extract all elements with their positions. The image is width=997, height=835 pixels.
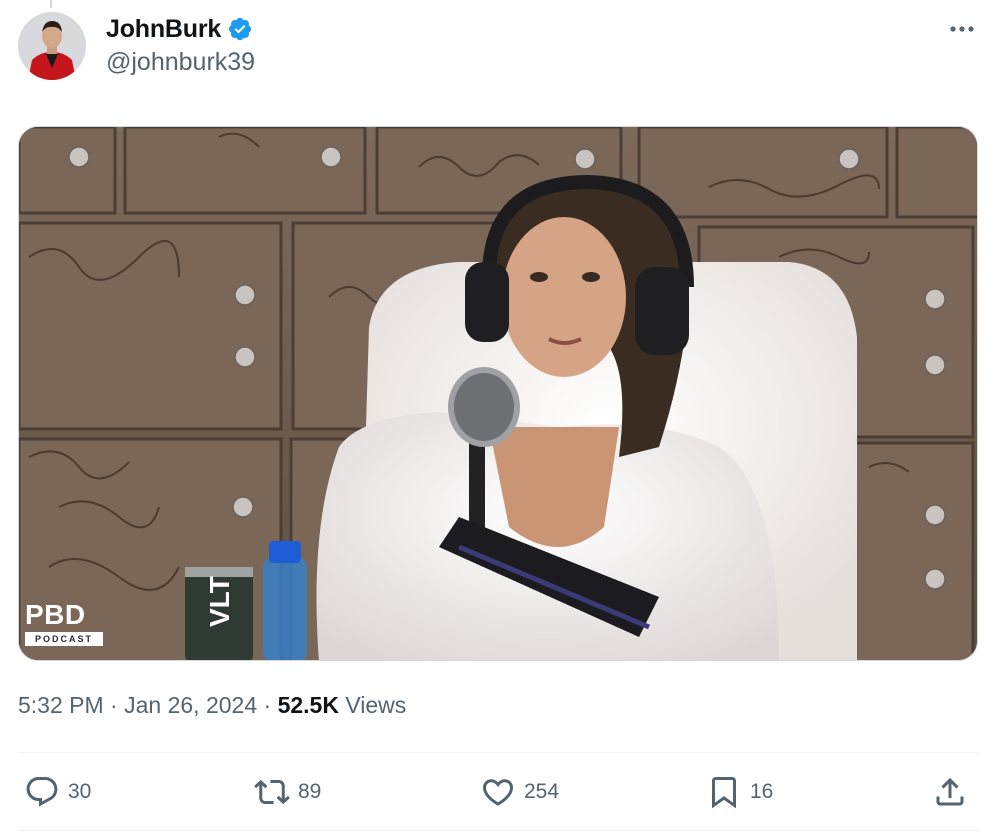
views-label[interactable]: Views [345,692,406,718]
meta-separator: · [110,692,118,718]
meta-separator: · [263,692,272,718]
avatar-image [18,12,86,80]
repost-icon [254,779,290,805]
bookmark-count: 16 [750,780,774,803]
reply-button[interactable]: 30 [24,770,91,814]
divider-bottom [18,830,978,831]
share-button[interactable] [932,770,968,814]
views-count[interactable]: 52.5K [278,692,339,718]
tweet-time[interactable]: 5:32 PM [18,692,104,718]
author-display-name[interactable]: JohnBurk [106,15,221,44]
share-icon [936,777,964,806]
tweet-date[interactable]: Jan 26, 2024 [124,692,257,718]
bookmark-button[interactable]: 16 [706,770,773,814]
like-button[interactable]: 254 [480,770,559,814]
watermark-top-text: PBD [25,599,86,630]
repost-count: 89 [298,780,322,803]
video-frame-image: VLT [19,127,977,660]
reply-icon [26,777,58,807]
author-name-row: JohnBurk [106,14,253,44]
tweet-meta-line: 5:32 PM · Jan 26, 2024 · 52.5K Views [18,692,406,719]
bookmark-icon [712,777,736,809]
thread-connector-line [50,0,52,8]
reply-count: 30 [68,780,92,803]
avatar[interactable] [18,12,86,80]
tweet-video-media[interactable]: VLT PBD PODCAST [18,126,978,661]
repost-button[interactable]: 89 [254,770,321,814]
author-handle[interactable]: @johnburk39 [106,48,255,77]
verified-badge-icon[interactable] [227,16,253,42]
heart-icon [482,779,514,806]
like-count: 254 [524,780,560,803]
svg-text:VLT: VLT [204,576,235,627]
more-options-icon[interactable] [947,18,977,40]
tweet-action-bar: 30 89 254 16 [18,770,978,814]
watermark-bottom-text: PODCAST [25,632,103,646]
pbd-podcast-watermark: PBD PODCAST [25,600,107,650]
divider-top [18,752,978,753]
